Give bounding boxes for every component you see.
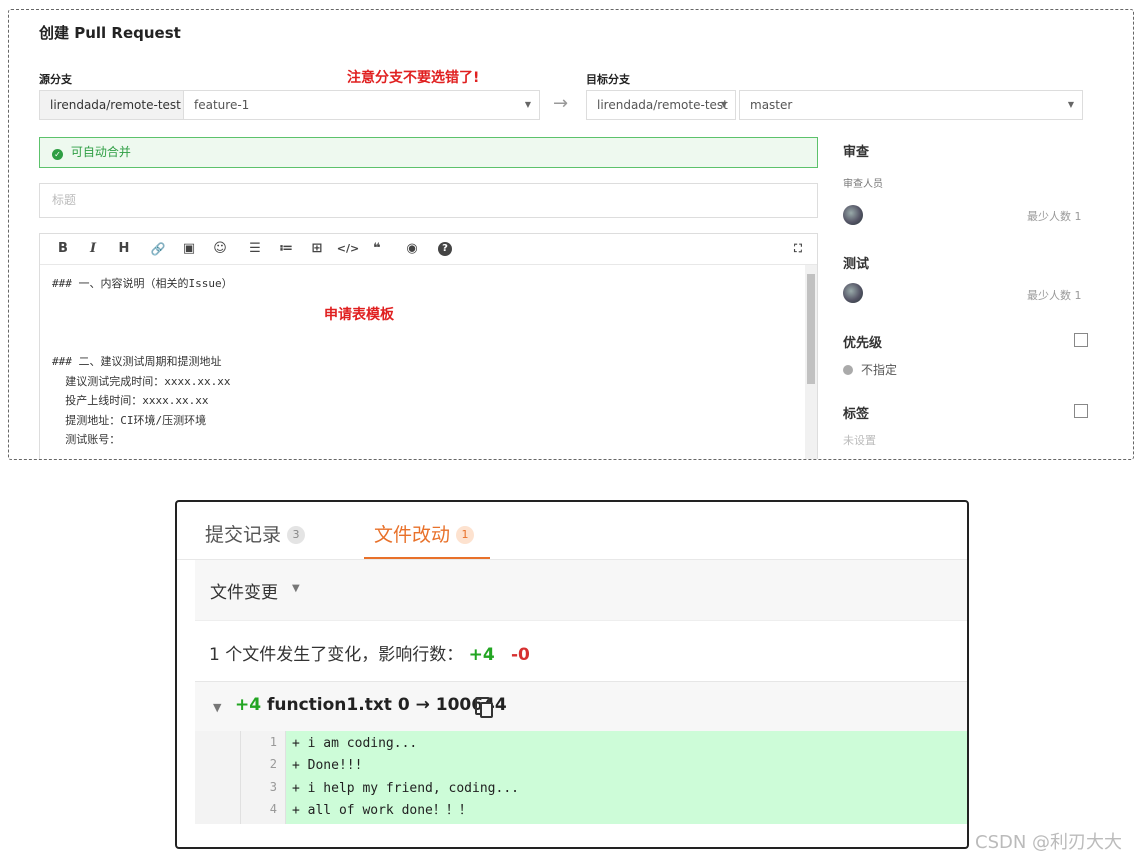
page-title: 创建 Pull Request [39, 24, 181, 42]
bold-icon[interactable]: B [54, 240, 72, 258]
template-note: 申请表模板 [324, 307, 394, 323]
unordered-list-icon[interactable]: ☰ [246, 240, 264, 258]
review-heading: 审查 [843, 145, 870, 160]
reviewers-label: 审查人员 [843, 179, 883, 190]
change-summary: 1 个文件发生了变化，影响行数： +4 -0 [209, 640, 530, 665]
chevron-down-icon: ▼ [720, 100, 727, 109]
italic-icon[interactable]: I [84, 240, 102, 258]
chevron-down-icon: ▼ [524, 100, 531, 109]
file-name: function1.txt 0 → 100644 [267, 695, 507, 715]
tab-files-label: 文件改动 [374, 524, 451, 546]
target-branch-value: master [750, 98, 793, 112]
new-line-gutter: 1 2 3 4 [241, 731, 286, 824]
diff-line: + i help my friend, coding... [292, 781, 519, 796]
priority-heading: 优先级 [843, 336, 883, 351]
priority-text: 不指定 [861, 363, 898, 377]
active-tab-indicator [364, 557, 490, 559]
preview-eye-icon[interactable]: ◉ [403, 240, 421, 258]
change-title: 文件变更 [210, 583, 278, 603]
tab-commits-count: 3 [287, 526, 306, 544]
copy-icon[interactable] [475, 697, 493, 718]
collapse-caret-icon[interactable]: ▼ [213, 701, 221, 714]
line-number: 3 [269, 780, 277, 794]
diff-line: + i am coding... [292, 736, 418, 751]
chevron-down-icon: ▼ [1067, 100, 1074, 109]
source-repo-text: lirendada/remote-test [50, 98, 181, 112]
create-pr-panel: 创建 Pull Request 源分支 注意分支不要选错了! 目标分支 lire… [8, 9, 1134, 460]
priority-dot-icon [843, 365, 853, 375]
tester-avatar[interactable] [843, 283, 863, 303]
mergeable-status: ✓ 可自动合并 [39, 137, 818, 168]
editor-scrollbar-thumb[interactable] [807, 274, 815, 384]
tab-commits-label: 提交记录 [205, 524, 282, 546]
emoji-icon[interactable]: ☺ [211, 240, 229, 258]
help-icon[interactable]: ? [438, 242, 452, 256]
link-icon[interactable]: 🔗 [149, 240, 167, 258]
priority-value: 不指定 [843, 361, 897, 378]
quote-icon[interactable]: ❝ [368, 240, 386, 258]
test-heading: 测试 [843, 257, 870, 272]
chevron-down-icon[interactable]: ▼ [292, 583, 300, 594]
summary-deletions: -0 [510, 645, 530, 665]
ordered-list-icon[interactable]: ≔ [277, 240, 295, 258]
edit-priority-icon[interactable] [1074, 333, 1088, 347]
mergeable-text: 可自动合并 [70, 145, 131, 159]
tags-heading: 标签 [843, 407, 870, 422]
reviewer-avatar[interactable] [843, 205, 863, 225]
diff-line: + Done!!! [292, 758, 363, 773]
file-title: +4 function1.txt 0 → 100644 [235, 695, 507, 715]
fullscreen-icon[interactable]: ⛶ [789, 240, 807, 258]
description-editor[interactable]: B I H 🔗 ▣ ☺ ☰ ≔ ⊞ </> ❝ ◉ ? ⛶ ### 一、内容说明… [39, 233, 818, 459]
source-repo-display: lirendada/remote-test [39, 90, 184, 120]
tags-value: 未设置 [843, 434, 876, 447]
tab-files[interactable]: 文件改动 1 [374, 520, 475, 547]
edit-tags-icon[interactable] [1074, 404, 1088, 418]
file-changes-panel: 提交记录 3 文件改动 1 文件变更 ▼ 1 个文件发生了变化，影响行数： +4 -… [175, 500, 969, 849]
file-additions: +4 [235, 695, 262, 715]
old-line-gutter [195, 731, 241, 824]
target-repo-value: lirendada/remote-test [597, 98, 728, 112]
editor-content[interactable]: ### 一、内容说明（相关的Issue） ### 二、建议测试周期和提测地址 建… [52, 274, 233, 450]
target-branch-select[interactable]: master ▼ [739, 90, 1083, 120]
heading-icon[interactable]: H [115, 240, 133, 258]
line-number: 1 [269, 735, 277, 749]
check-circle-icon: ✓ [52, 149, 63, 160]
editor-toolbar: B I H 🔗 ▣ ☺ ☰ ≔ ⊞ </> ❝ ◉ ? ⛶ [40, 234, 817, 265]
tab-files-count: 1 [456, 526, 475, 544]
file-change-filter[interactable]: 文件变更 ▼ [195, 560, 967, 621]
file-header[interactable]: ▼ +4 function1.txt 0 → 100644 [195, 681, 967, 733]
target-branch-label: 目标分支 [586, 73, 630, 86]
title-input[interactable]: 标题 [39, 183, 818, 218]
target-repo-select[interactable]: lirendada/remote-test ▼ [586, 90, 736, 120]
diff-code: + i am coding... + Done!!! + i help my f… [286, 731, 967, 824]
title-placeholder: 标题 [52, 193, 77, 207]
line-number: 2 [269, 757, 277, 771]
summary-text: 1 个文件发生了变化，影响行数： [209, 645, 464, 665]
image-icon[interactable]: ▣ [180, 240, 198, 258]
source-branch-value: feature-1 [194, 98, 250, 112]
arrow-right-icon: → [553, 93, 569, 114]
branch-warning-note: 注意分支不要选错了! [347, 70, 480, 86]
source-branch-select[interactable]: feature-1 ▼ [183, 90, 540, 120]
line-number: 4 [269, 802, 277, 816]
summary-additions: +4 [468, 645, 495, 665]
review-min-count: 最少人数 1 [1027, 210, 1082, 223]
source-branch-label: 源分支 [39, 73, 72, 86]
diff-line: + all of work done！！！ [292, 803, 472, 818]
diff-view: 1 2 3 4 + i am coding... + Done!!! + i h… [195, 731, 967, 824]
watermark: CSDN @利刃大大 [975, 832, 1123, 853]
table-icon[interactable]: ⊞ [308, 240, 326, 258]
test-min-count: 最少人数 1 [1027, 289, 1082, 302]
code-icon[interactable]: </> [336, 240, 360, 258]
tab-commits[interactable]: 提交记录 3 [205, 520, 306, 547]
